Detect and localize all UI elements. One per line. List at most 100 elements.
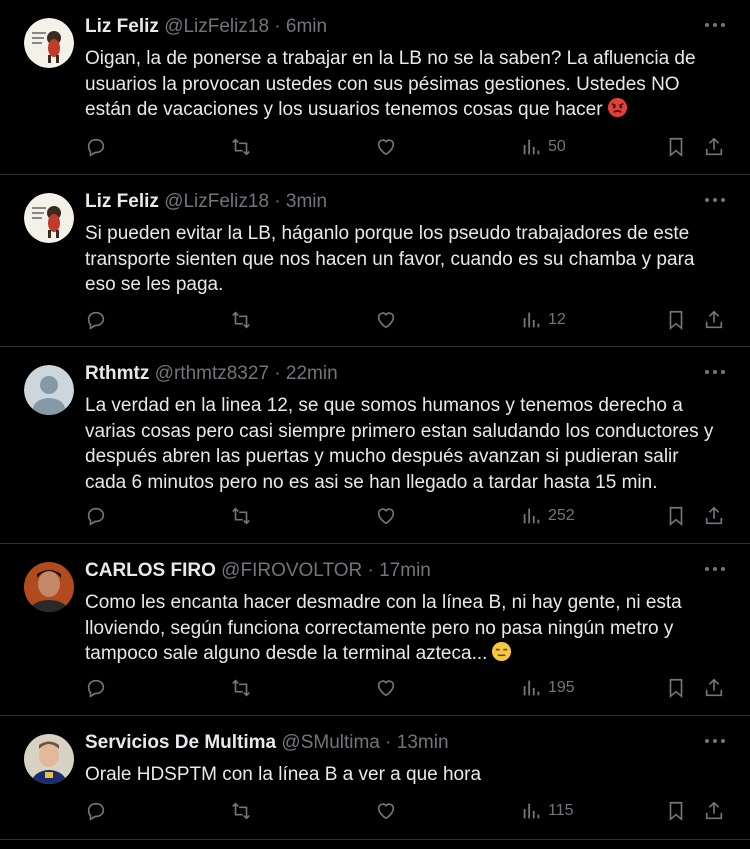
retweet-icon (232, 802, 250, 820)
bookmark-button[interactable] (665, 132, 687, 162)
views-button[interactable]: 50 (520, 132, 566, 162)
timeline: Liz Feliz @LizFeliz18 · 6min Oigan, la d… (0, 0, 750, 849)
share-icon (705, 506, 723, 525)
reply-button[interactable] (85, 132, 107, 162)
tweet-actions: 12 (85, 305, 735, 335)
retweet-button[interactable] (230, 132, 252, 162)
bookmark-icon (669, 678, 683, 699)
timestamp[interactable]: 17min (379, 560, 431, 581)
display-name[interactable]: Servicios De Multima (85, 732, 276, 753)
like-button[interactable] (375, 501, 397, 531)
tweet-actions: 50 (85, 132, 735, 162)
handle[interactable]: @SMultima (281, 732, 379, 753)
views-button[interactable]: 252 (520, 501, 575, 531)
tweet-actions: 195 (85, 673, 735, 703)
share-button[interactable] (703, 673, 725, 703)
avatar[interactable] (24, 18, 74, 68)
retweet-button[interactable] (230, 501, 252, 531)
timestamp[interactable]: 13min (397, 732, 449, 753)
like-icon (377, 139, 395, 156)
handle[interactable]: @LizFeliz18 (164, 16, 269, 37)
more-icon[interactable] (704, 367, 726, 377)
avatar[interactable] (24, 734, 74, 784)
like-button[interactable] (375, 673, 397, 703)
views-icon (523, 803, 540, 819)
share-icon (705, 678, 723, 697)
view-count: 115 (548, 802, 574, 819)
more-icon[interactable] (704, 195, 726, 205)
bookmark-icon (669, 506, 683, 527)
timestamp[interactable]: 22min (286, 363, 338, 384)
retweet-button[interactable] (230, 305, 252, 335)
views-icon (523, 680, 540, 696)
tweet-actions: 115 (85, 796, 735, 826)
share-button[interactable] (703, 501, 725, 531)
view-count: 12 (548, 311, 566, 328)
retweet-icon (232, 138, 250, 156)
tweet[interactable]: CARLOS FIRO @FIROVOLTOR · 17min Como les… (0, 544, 750, 716)
share-button[interactable] (703, 132, 725, 162)
share-button[interactable] (703, 796, 725, 826)
display-name[interactable]: Liz Feliz (85, 191, 159, 212)
tweet-text: Oigan, la de ponerse a trabajar en la LB… (85, 48, 696, 120)
tweet[interactable]: Liz Feliz @LizFeliz18 · 6min Oigan, la d… (0, 0, 750, 175)
more-icon[interactable] (704, 564, 726, 574)
retweet-button[interactable] (230, 796, 252, 826)
reply-icon (87, 679, 105, 698)
reply-button[interactable] (85, 501, 107, 531)
reply-button[interactable] (85, 305, 107, 335)
views-icon (523, 508, 540, 524)
share-icon (705, 801, 723, 820)
retweet-button[interactable] (230, 673, 252, 703)
like-button[interactable] (375, 132, 397, 162)
display-name[interactable]: Liz Feliz (85, 16, 159, 37)
views-button[interactable]: 12 (520, 305, 566, 335)
tweet-actions: 252 (85, 501, 735, 531)
view-count: 50 (548, 138, 566, 155)
handle[interactable]: @FIROVOLTOR (221, 560, 362, 581)
view-count: 195 (548, 679, 575, 696)
share-icon (705, 310, 723, 329)
like-button[interactable] (375, 305, 397, 335)
more-icon[interactable] (704, 736, 726, 746)
tweet-header: Liz Feliz @LizFeliz18 · 3min (85, 191, 328, 212)
unamused-face-icon (492, 641, 512, 662)
share-button[interactable] (703, 305, 725, 335)
tweet-text: La verdad en la linea 12, se que somos h… (85, 395, 714, 493)
like-button[interactable] (375, 796, 397, 826)
views-icon (523, 312, 540, 328)
tweet-text: Como les encanta hacer desmadre con la l… (85, 592, 682, 664)
bookmark-button[interactable] (665, 796, 687, 826)
handle[interactable]: @rthmtz8327 (155, 363, 269, 384)
bookmark-button[interactable] (665, 501, 687, 531)
bookmark-icon (669, 801, 683, 822)
views-button[interactable]: 115 (520, 796, 574, 826)
views-icon (523, 139, 540, 155)
tweet-header: CARLOS FIRO @FIROVOLTOR · 17min (85, 560, 431, 581)
avatar[interactable] (24, 365, 74, 415)
tweet[interactable]: Servicios De Multima @SMultima · 13min O… (0, 716, 750, 840)
reply-icon (87, 802, 105, 821)
tweet-header: Servicios De Multima @SMultima · 13min (85, 732, 449, 753)
reply-button[interactable] (85, 673, 107, 703)
angry-face-icon (607, 97, 627, 118)
display-name[interactable]: Rthmtz (85, 363, 149, 384)
avatar[interactable] (24, 193, 74, 243)
retweet-icon (232, 507, 250, 525)
reply-button[interactable] (85, 796, 107, 826)
reply-icon (87, 311, 105, 330)
timestamp[interactable]: 3min (286, 191, 327, 212)
tweet[interactable]: Liz Feliz @LizFeliz18 · 3min Si pueden e… (0, 175, 750, 347)
bookmark-button[interactable] (665, 673, 687, 703)
views-button[interactable]: 195 (520, 673, 575, 703)
bookmark-button[interactable] (665, 305, 687, 335)
timestamp[interactable]: 6min (286, 16, 327, 37)
avatar[interactable] (24, 562, 74, 612)
tweet-text: Orale HDSPTM con la línea B a ver a que … (85, 764, 482, 785)
display-name[interactable]: CARLOS FIRO (85, 560, 216, 581)
tweet[interactable]: Rthmtz @rthmtz8327 · 22min La verdad en … (0, 347, 750, 544)
handle[interactable]: @LizFeliz18 (164, 191, 269, 212)
like-icon (377, 508, 395, 525)
like-icon (377, 312, 395, 329)
more-icon[interactable] (704, 20, 726, 30)
